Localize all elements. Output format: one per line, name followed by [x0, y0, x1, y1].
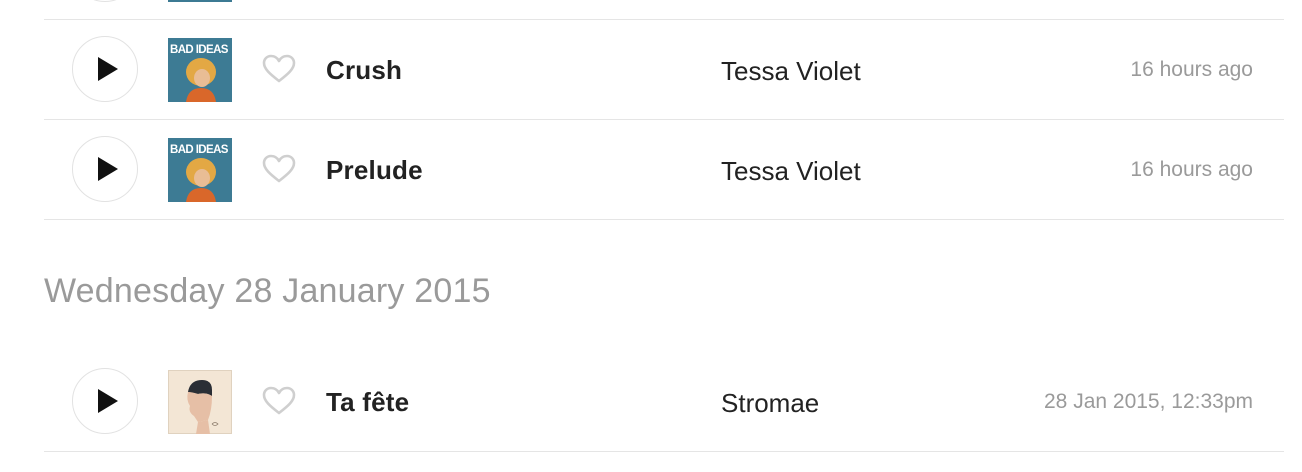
date-heading: Wednesday 28 January 2015	[44, 272, 491, 310]
track-name[interactable]: Crush	[326, 55, 402, 86]
track-list-wed-28-jan-2015: Ta fête Stromae 28 Jan 2015, 12:33pm	[44, 352, 1284, 452]
play-icon	[98, 57, 118, 81]
play-icon	[98, 389, 118, 413]
heart-outline-icon	[262, 154, 296, 183]
album-art-text: BAD IDEAS	[170, 44, 229, 56]
track-row: BAD IDEAS Crush Tessa Violet 16 hours ag…	[44, 20, 1284, 120]
scrobble-time: 28 Jan 2015, 12:33pm	[1044, 390, 1253, 413]
play-icon	[98, 157, 118, 181]
track-name[interactable]: Ta fête	[326, 387, 409, 418]
scrobble-history: BAD IDEAS Crush Tessa Violet 16 hours ag…	[0, 0, 1302, 472]
track-row: BAD IDEAS Prelude Tessa Violet 16 hours …	[44, 120, 1284, 220]
heart-outline-icon	[262, 386, 296, 415]
love-button[interactable]	[262, 386, 296, 416]
album-cover[interactable]	[168, 370, 232, 434]
track-list-today: BAD IDEAS Crush Tessa Violet 16 hours ag…	[44, 0, 1284, 220]
play-button[interactable]	[72, 368, 138, 434]
artist-name[interactable]: Tessa Violet	[721, 156, 861, 187]
heart-outline-icon	[262, 54, 296, 83]
scrobble-time: 16 hours ago	[1130, 158, 1253, 181]
album-cover[interactable]	[168, 0, 232, 2]
album-cover[interactable]: BAD IDEAS	[168, 38, 232, 102]
album-cover[interactable]: BAD IDEAS	[168, 138, 232, 202]
track-name[interactable]: Prelude	[326, 155, 423, 186]
love-button[interactable]	[262, 154, 296, 184]
play-button[interactable]	[72, 36, 138, 102]
track-row	[44, 0, 1284, 20]
scrobble-time: 16 hours ago	[1130, 58, 1253, 81]
love-button[interactable]	[262, 54, 296, 84]
album-art-text: BAD IDEAS	[170, 144, 229, 156]
artist-name[interactable]: Stromae	[721, 388, 819, 419]
play-button[interactable]	[72, 0, 138, 2]
track-row: Ta fête Stromae 28 Jan 2015, 12:33pm	[44, 352, 1284, 452]
artist-name[interactable]: Tessa Violet	[721, 56, 861, 87]
play-button[interactable]	[72, 136, 138, 202]
